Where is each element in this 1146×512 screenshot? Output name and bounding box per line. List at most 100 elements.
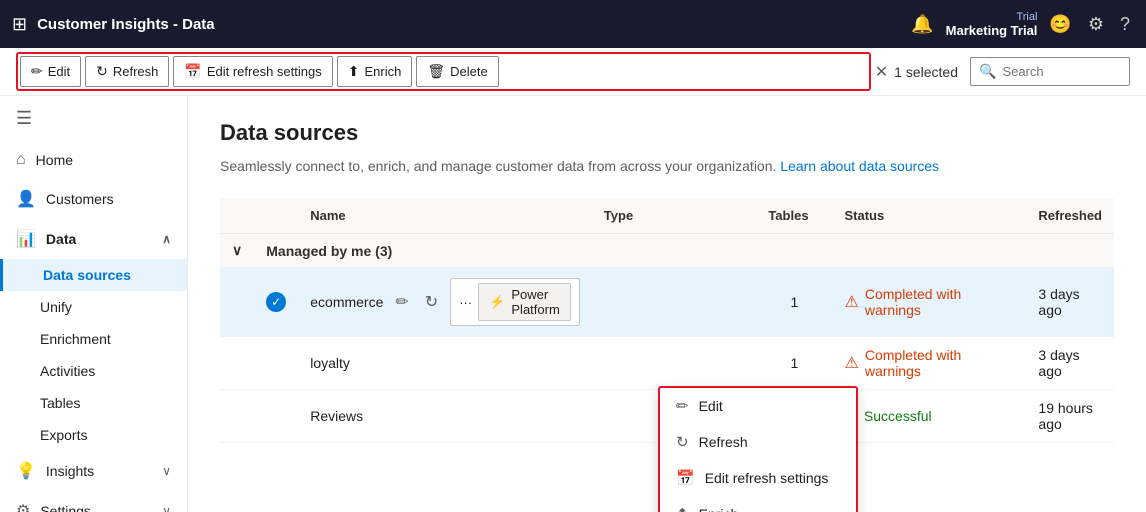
search-input[interactable] [1002, 64, 1121, 79]
sidebar-item-customers[interactable]: 👤 Customers [0, 179, 187, 219]
trial-info: Trial Marketing Trial [946, 11, 1038, 38]
trial-label: Trial [946, 11, 1038, 23]
row-status: ✔ Successful [833, 390, 1027, 443]
chevron-down-icon-settings: ∨ [162, 504, 171, 512]
help-icon[interactable]: ? [1116, 10, 1134, 39]
status-warning: ⚠ Completed with warnings [845, 347, 1015, 379]
row-status: ⚠ Completed with warnings [833, 337, 1027, 390]
row-refresh-button[interactable]: ↻ [421, 290, 442, 314]
search-icon: 🔍 [979, 63, 996, 80]
context-refresh-icon: ↻ [676, 433, 689, 451]
row-type [592, 268, 757, 337]
sidebar-item-tables[interactable]: Tables [0, 387, 187, 419]
context-menu-item-edit[interactable]: ✏ Edit [660, 388, 856, 424]
row-edit-button[interactable]: ✏ [391, 290, 412, 314]
row-tables: 1 [756, 268, 832, 337]
sidebar-item-exports[interactable]: Exports [0, 419, 187, 451]
warning-icon: ⚠ [845, 353, 859, 373]
settings-gear-icon[interactable]: ⚙ [1084, 10, 1108, 39]
context-edit-icon: ✏ [676, 397, 689, 415]
trial-name: Marketing Trial [946, 23, 1038, 38]
enrich-icon: ⬆ [348, 63, 360, 80]
calendar-icon: 📅 [184, 63, 201, 80]
context-menu: ✏ Edit ↻ Refresh 📅 Edit refresh settings… [658, 386, 858, 512]
sidebar-item-settings[interactable]: ⚙ Settings ∨ [0, 491, 187, 512]
row-refreshed: 3 days ago [1026, 337, 1114, 390]
table-row[interactable]: loyalty 1 ⚠ Completed with warnings 3 da… [220, 337, 1114, 390]
col-header-tables: Tables [756, 198, 832, 234]
context-enrich-icon: ⬆ [676, 505, 689, 512]
group-label: Managed by me (3) [254, 234, 1114, 268]
row-name-actions: ecommerce ✏ ↻ ··· ⚡ Power Platform [310, 278, 580, 326]
page-description: Seamlessly connect to, enrich, and manag… [220, 158, 1114, 174]
group-expand-icon[interactable]: ∨ [220, 234, 254, 268]
selected-indicator: ✕ 1 selected [875, 62, 958, 82]
status-success: ✔ Successful [845, 406, 1015, 426]
toolbar-right: ✕ 1 selected 🔍 [875, 57, 1130, 86]
enrich-button[interactable]: ⬆ Enrich [337, 56, 413, 87]
row-name: loyalty [298, 337, 592, 390]
edit-button[interactable]: ✏ Edit [20, 56, 81, 87]
sidebar-sub-label: Data sources [43, 267, 131, 283]
customers-icon: 👤 [16, 189, 36, 209]
row-indent [220, 337, 254, 390]
edit-icon: ✏ [31, 63, 43, 80]
row-tables: 1 [756, 337, 832, 390]
home-icon: ⌂ [16, 151, 26, 169]
sidebar-item-activities[interactable]: Activities [0, 355, 187, 387]
col-header-refreshed: Refreshed [1026, 198, 1114, 234]
chevron-down-icon: ∨ [162, 464, 171, 478]
row-checkbox[interactable]: ✓ [254, 268, 298, 337]
context-menu-item-enrich[interactable]: ⬆ Enrich [660, 496, 856, 512]
delete-icon: 🗑 [427, 63, 445, 80]
user-icon[interactable]: 😊 [1045, 10, 1075, 39]
expand-col-header [220, 198, 254, 234]
delete-button[interactable]: 🗑 Delete [416, 56, 498, 87]
col-header-type: Type [592, 198, 757, 234]
sidebar-item-data-sources[interactable]: Data sources [0, 259, 187, 291]
edit-refresh-settings-button[interactable]: 📅 Edit refresh settings [173, 56, 332, 87]
col-header-select [254, 198, 298, 234]
sidebar-item-unify[interactable]: Unify [0, 291, 187, 323]
sidebar-item-insights[interactable]: 💡 Insights ∨ [0, 451, 187, 491]
toolbar-actions: ✏ Edit ↻ Refresh 📅 Edit refresh settings… [16, 52, 871, 91]
page-title: Data sources [220, 120, 1114, 146]
warning-icon: ⚠ [845, 292, 859, 312]
top-navigation: ⊞ Customer Insights - Data 🔔 Trial Marke… [0, 0, 1146, 48]
row-refreshed: 3 days ago [1026, 268, 1114, 337]
sidebar-item-home[interactable]: ⌂ Home [0, 141, 187, 179]
sidebar-item-label: Data [46, 231, 76, 247]
hamburger-menu-button[interactable]: ☰ [0, 96, 187, 141]
row-name: ecommerce ✏ ↻ ··· ⚡ Power Platform [298, 268, 592, 337]
row-type [592, 337, 757, 390]
sidebar-sub-label: Activities [40, 363, 95, 379]
row-name: Reviews [298, 390, 592, 443]
grid-icon[interactable]: ⊞ [12, 14, 27, 35]
row-checkbox[interactable] [254, 337, 298, 390]
col-header-name[interactable]: Name [298, 198, 592, 234]
refresh-button[interactable]: ↻ Refresh [85, 56, 169, 87]
context-menu-item-edit-refresh[interactable]: 📅 Edit refresh settings [660, 460, 856, 496]
context-calendar-icon: 📅 [676, 469, 695, 487]
clear-selection-button[interactable]: ✕ [875, 62, 888, 82]
sidebar-item-label: Customers [46, 191, 114, 207]
group-row-managed: ∨ Managed by me (3) [220, 234, 1114, 268]
search-box[interactable]: 🔍 [970, 57, 1130, 86]
table-row[interactable]: ✓ ecommerce ✏ ↻ ··· ⚡ Power Platform [220, 268, 1114, 337]
sidebar-item-data[interactable]: 📊 Data ∧ [0, 219, 187, 259]
context-menu-item-refresh[interactable]: ↻ Refresh [660, 424, 856, 460]
top-nav-right: 🔔 Trial Marketing Trial 😊 ⚙ ? [907, 10, 1134, 39]
sidebar-item-enrichment[interactable]: Enrichment [0, 323, 187, 355]
notification-bell-icon[interactable]: 🔔 [907, 10, 937, 39]
learn-more-link[interactable]: Learn about data sources [780, 158, 939, 174]
refresh-icon: ↻ [96, 63, 108, 80]
chevron-up-icon: ∧ [162, 232, 171, 246]
sidebar-sub-label: Exports [40, 427, 87, 443]
row-refreshed: 19 hours ago [1026, 390, 1114, 443]
col-header-status: Status [833, 198, 1027, 234]
row-indent [220, 268, 254, 337]
row-more-button[interactable]: ··· ⚡ Power Platform [450, 278, 580, 326]
row-checkbox[interactable] [254, 390, 298, 443]
platform-icon: ⚡ [489, 294, 505, 310]
sidebar-sub-label: Tables [40, 395, 80, 411]
